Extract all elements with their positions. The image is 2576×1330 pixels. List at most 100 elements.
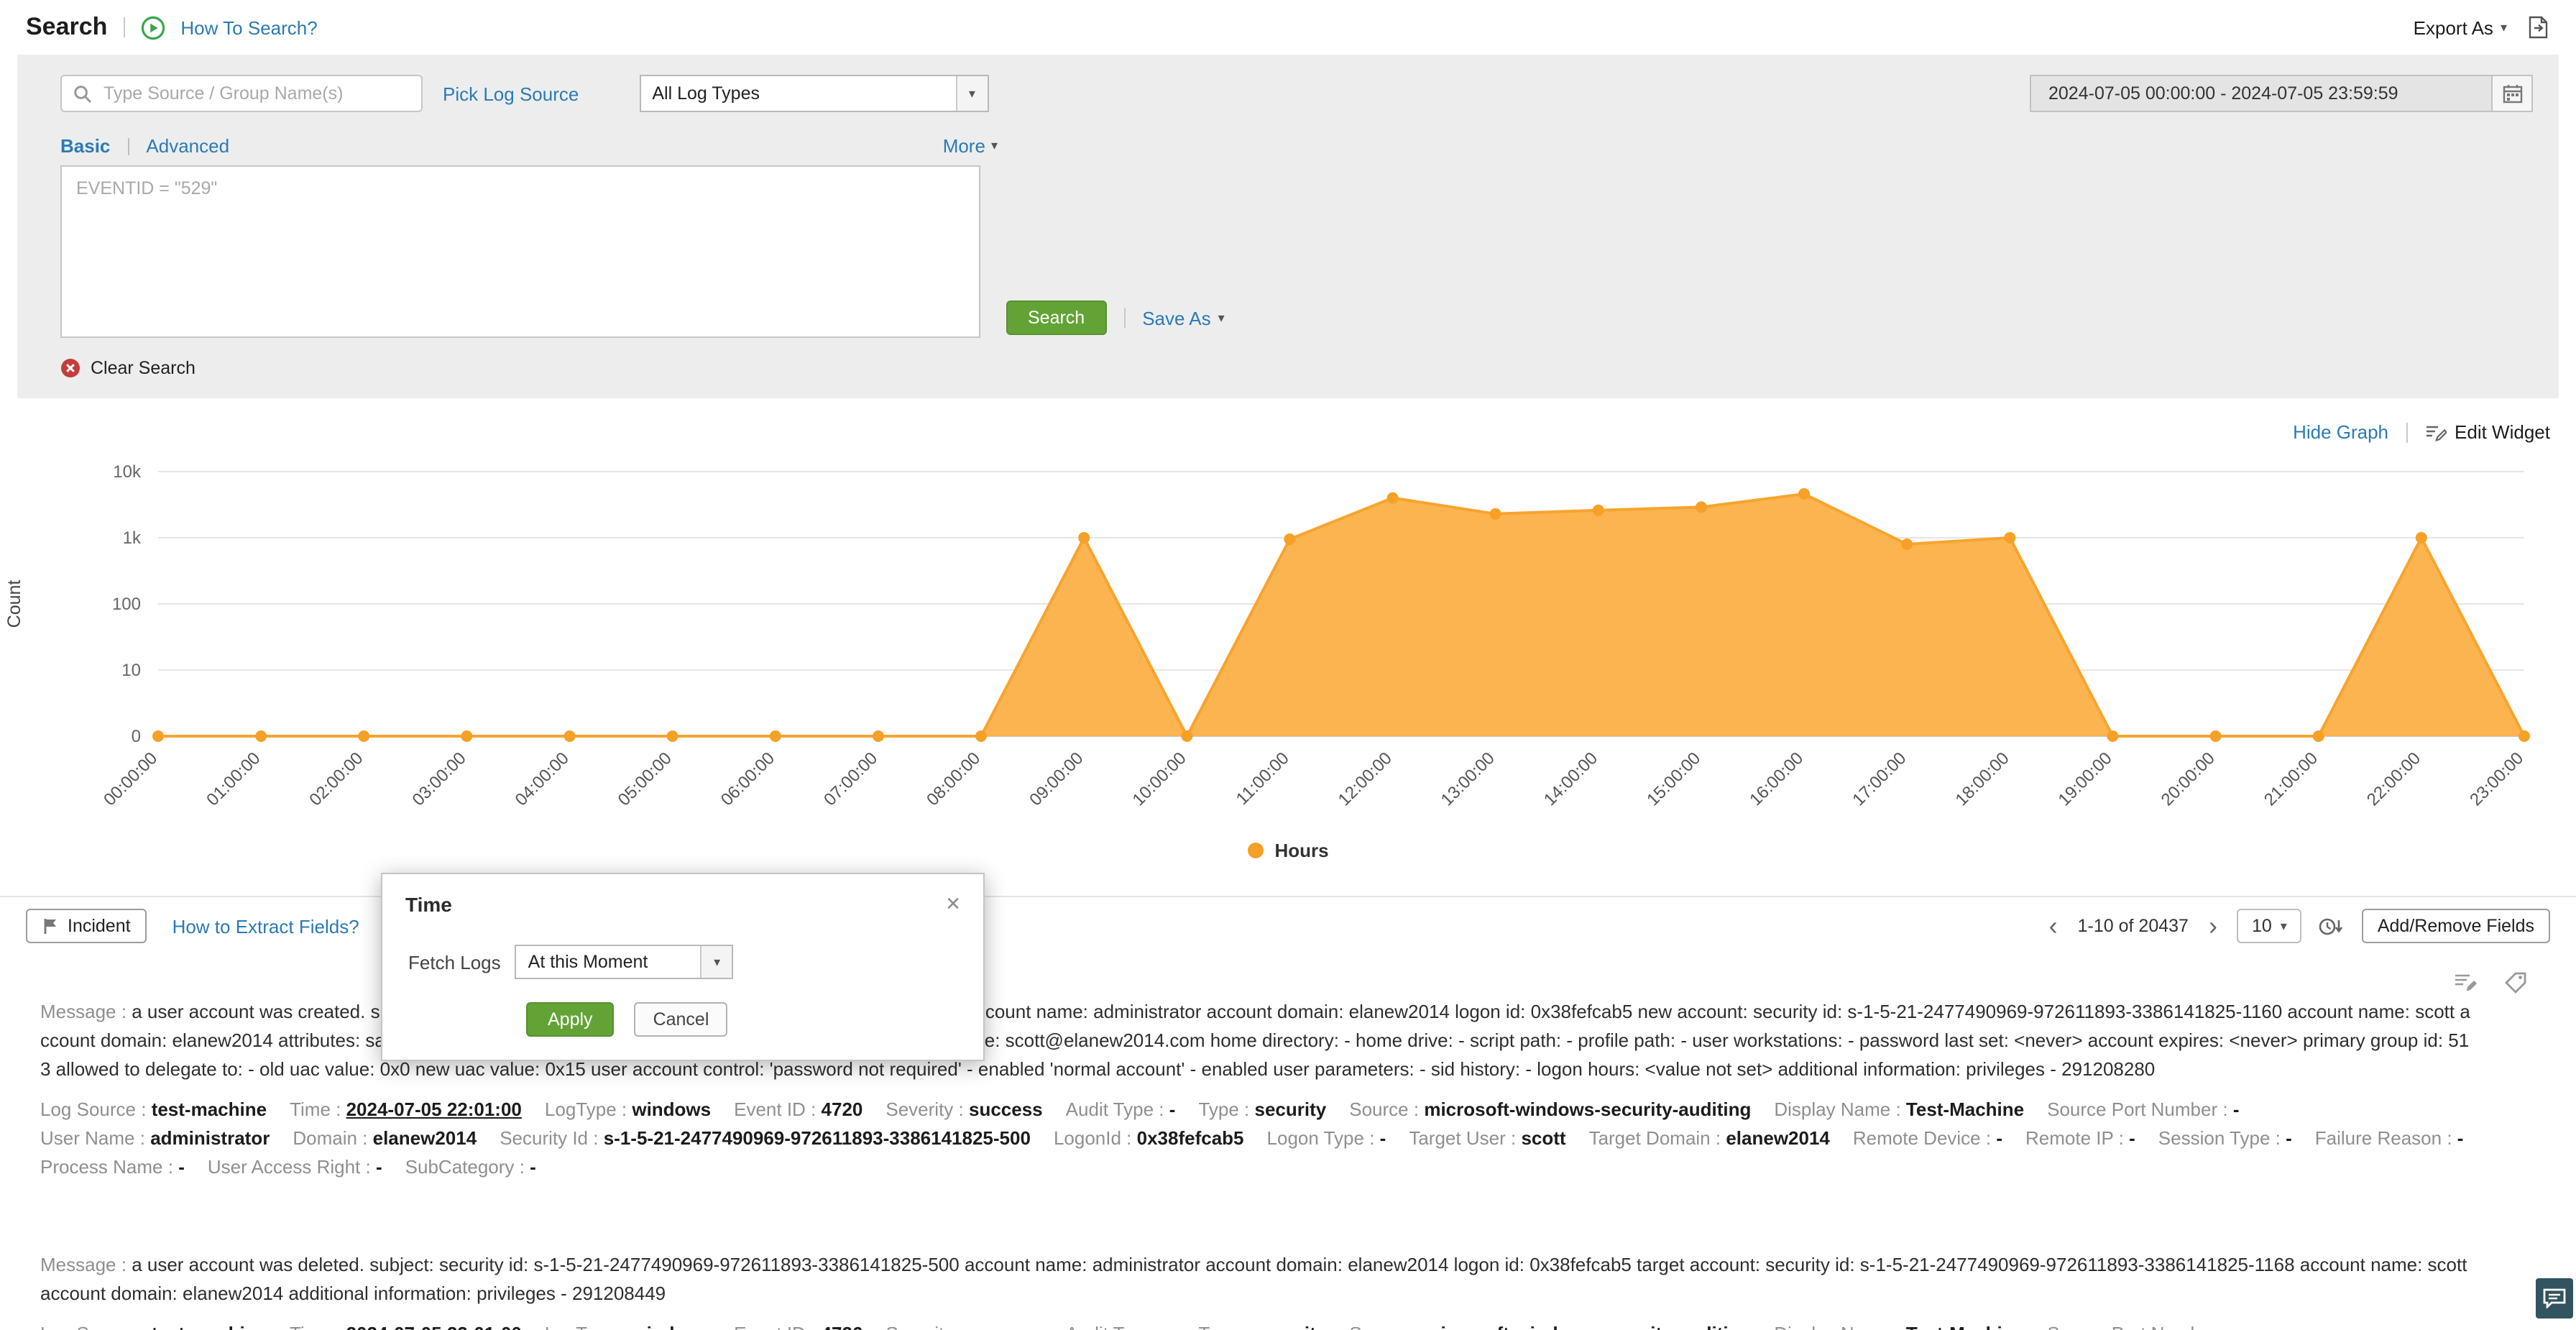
svg-text:14:00:00: 14:00:00 bbox=[1540, 748, 1601, 810]
svg-text:1k: 1k bbox=[123, 528, 142, 548]
svg-text:05:00:00: 05:00:00 bbox=[615, 748, 676, 810]
source-input[interactable] bbox=[101, 82, 410, 105]
toolbar-right: ‹ 1-10 of 20437 › 10 ▾ Add/Remove Fields bbox=[2046, 909, 2550, 943]
calendar-button[interactable] bbox=[2493, 75, 2533, 112]
more-label: More bbox=[943, 135, 985, 157]
save-as-dropdown[interactable]: Save As ▾ bbox=[1142, 307, 1224, 329]
save-as-label: Save As bbox=[1142, 307, 1210, 329]
time-value-link[interactable]: 2024-07-05 22:01:00 bbox=[346, 1099, 522, 1120]
log-field-remote-ip: Remote IP : - bbox=[2025, 1124, 2135, 1153]
log-entry: Message : a user account was deleted. su… bbox=[26, 1251, 2550, 1330]
area-chart: 0101001k10k00:00:0001:00:0002:00:0003:00… bbox=[0, 451, 2576, 834]
field-value: - bbox=[2233, 1323, 2240, 1330]
field-value: - bbox=[1169, 1323, 1176, 1330]
log-field-time: Time : 2024-07-05 22:01:00 bbox=[290, 1320, 522, 1330]
log-field-log-source: Log Source : test-machine bbox=[40, 1320, 267, 1330]
tag-icon[interactable] bbox=[2504, 972, 2527, 1001]
fetch-logs-label: Fetch Logs bbox=[408, 951, 501, 973]
field-value: - bbox=[2286, 1127, 2292, 1149]
cancel-button[interactable]: Cancel bbox=[635, 1002, 728, 1037]
export-as-button[interactable]: Export As ▾ bbox=[2414, 17, 2507, 38]
apply-button[interactable]: Apply bbox=[526, 1002, 615, 1037]
edit-widget-button[interactable]: Edit Widget bbox=[2424, 421, 2550, 443]
extract-fields-link[interactable]: How to Extract Fields? bbox=[172, 915, 359, 937]
svg-text:15:00:00: 15:00:00 bbox=[1643, 748, 1704, 810]
log-field-process-name: Process Name : - bbox=[40, 1153, 185, 1182]
field-value: test-machine bbox=[152, 1099, 267, 1120]
svg-text:07:00:00: 07:00:00 bbox=[820, 748, 881, 810]
log-fields: Log Source : test-machineTime : 2024-07-… bbox=[40, 1096, 2536, 1182]
svg-text:16:00:00: 16:00:00 bbox=[1746, 748, 1807, 810]
svg-text:10:00:00: 10:00:00 bbox=[1128, 748, 1190, 810]
fetch-logs-select[interactable]: At this Moment ▾ bbox=[515, 945, 734, 979]
field-value: elanew2014 bbox=[373, 1127, 477, 1149]
field-value: success bbox=[969, 1323, 1043, 1330]
next-page-button[interactable]: › bbox=[2206, 913, 2220, 939]
field-value: 4726 bbox=[822, 1323, 863, 1330]
calendar-icon bbox=[2502, 83, 2522, 104]
svg-text:19:00:00: 19:00:00 bbox=[2054, 748, 2115, 810]
how-to-search-link[interactable]: How To Search? bbox=[180, 17, 317, 38]
incident-button[interactable]: Incident bbox=[26, 909, 147, 943]
query-row: Search Save As ▾ bbox=[60, 165, 2533, 338]
play-video-icon[interactable] bbox=[140, 15, 165, 40]
log-field-display-name: Display Name : Test-Machine bbox=[1774, 1320, 2024, 1330]
svg-text:100: 100 bbox=[112, 595, 141, 614]
page-size-value: 10 bbox=[2252, 916, 2272, 936]
sort-time-icon[interactable] bbox=[2319, 915, 2345, 937]
source-search-box[interactable] bbox=[60, 75, 423, 112]
field-value: 0x38fefcab5 bbox=[1137, 1127, 1244, 1149]
svg-text:11:00:00: 11:00:00 bbox=[1233, 748, 1293, 809]
svg-text:21:00:00: 21:00:00 bbox=[2260, 748, 2322, 810]
query-input[interactable] bbox=[60, 165, 980, 338]
search-panel: Pick Log Source All Log Types ▾ 2024-07-… bbox=[17, 55, 2559, 398]
tab-advanced[interactable]: Advanced bbox=[146, 135, 229, 157]
svg-text:09:00:00: 09:00:00 bbox=[1026, 748, 1087, 810]
field-value: - bbox=[530, 1156, 536, 1178]
time-value-link[interactable]: 2024-07-05 22:01:00 bbox=[346, 1323, 522, 1330]
close-icon[interactable]: × bbox=[946, 891, 960, 916]
field-value: - bbox=[178, 1156, 185, 1178]
more-dropdown[interactable]: More ▾ bbox=[943, 135, 998, 157]
svg-text:03:00:00: 03:00:00 bbox=[408, 748, 469, 810]
chevron-down-icon: ▾ bbox=[701, 946, 732, 978]
field-value: microsoft-windows-security-auditing bbox=[1424, 1099, 1751, 1120]
log-field-security-id: Security Id : s-1-5-21-2477490969-972611… bbox=[500, 1124, 1031, 1153]
field-value: s-1-5-21-2477490969-972611893-3386141825… bbox=[604, 1127, 1031, 1149]
log-field-session-type: Session Type : - bbox=[2158, 1124, 2292, 1153]
hide-graph-link[interactable]: Hide Graph bbox=[2293, 421, 2388, 443]
field-value: scott bbox=[1521, 1127, 1565, 1149]
graph-section: Hide Graph Edit Widget 0101001k10k00:00:… bbox=[0, 398, 2576, 861]
log-type-select[interactable]: All Log Types ▾ bbox=[639, 75, 988, 112]
page-size-select[interactable]: 10 ▾ bbox=[2237, 909, 2301, 943]
time-modal-footer: Apply Cancel bbox=[382, 994, 983, 1060]
log-field-user-access-right: User Access Right : - bbox=[208, 1153, 382, 1182]
caret-down-icon: ▾ bbox=[2281, 919, 2287, 932]
log-field-subcategory: SubCategory : - bbox=[405, 1153, 536, 1182]
log-field-domain: Domain : elanew2014 bbox=[293, 1124, 477, 1153]
log-field-severity: Severity : success bbox=[886, 1320, 1042, 1330]
time-modal-header: Time × bbox=[382, 874, 983, 927]
feedback-chat-icon[interactable] bbox=[2536, 1278, 2573, 1318]
clear-search-button[interactable]: Clear Search bbox=[60, 358, 2533, 378]
search-button[interactable]: Search bbox=[1006, 301, 1106, 335]
prev-page-button[interactable]: ‹ bbox=[2046, 913, 2061, 939]
pick-log-source-link[interactable]: Pick Log Source bbox=[443, 83, 579, 104]
log-field-type: Type : security bbox=[1198, 1096, 1326, 1124]
export-as-label: Export As bbox=[2414, 17, 2493, 38]
export-file-icon[interactable] bbox=[2527, 16, 2550, 39]
field-value: - bbox=[1996, 1127, 2002, 1149]
extract-field-icon[interactable] bbox=[2454, 972, 2478, 1001]
fetch-logs-selected-value: At this Moment bbox=[517, 946, 701, 978]
svg-text:12:00:00: 12:00:00 bbox=[1335, 748, 1396, 810]
search-icon bbox=[73, 84, 92, 103]
date-range-value[interactable]: 2024-07-05 00:00:00 - 2024-07-05 23:59:5… bbox=[2030, 75, 2493, 112]
tab-basic[interactable]: Basic bbox=[60, 135, 110, 157]
legend-label: Hours bbox=[1274, 840, 1328, 861]
log-type-selected-value: All Log Types bbox=[640, 76, 955, 111]
log-field-time: Time : 2024-07-05 22:01:00 bbox=[290, 1096, 522, 1124]
clear-icon bbox=[60, 358, 80, 378]
log-field-user-name: User Name : administrator bbox=[40, 1124, 270, 1153]
add-remove-fields-button[interactable]: Add/Remove Fields bbox=[2362, 909, 2550, 943]
log-field-source: Source : microsoft-windows-security-audi… bbox=[1349, 1320, 1751, 1330]
